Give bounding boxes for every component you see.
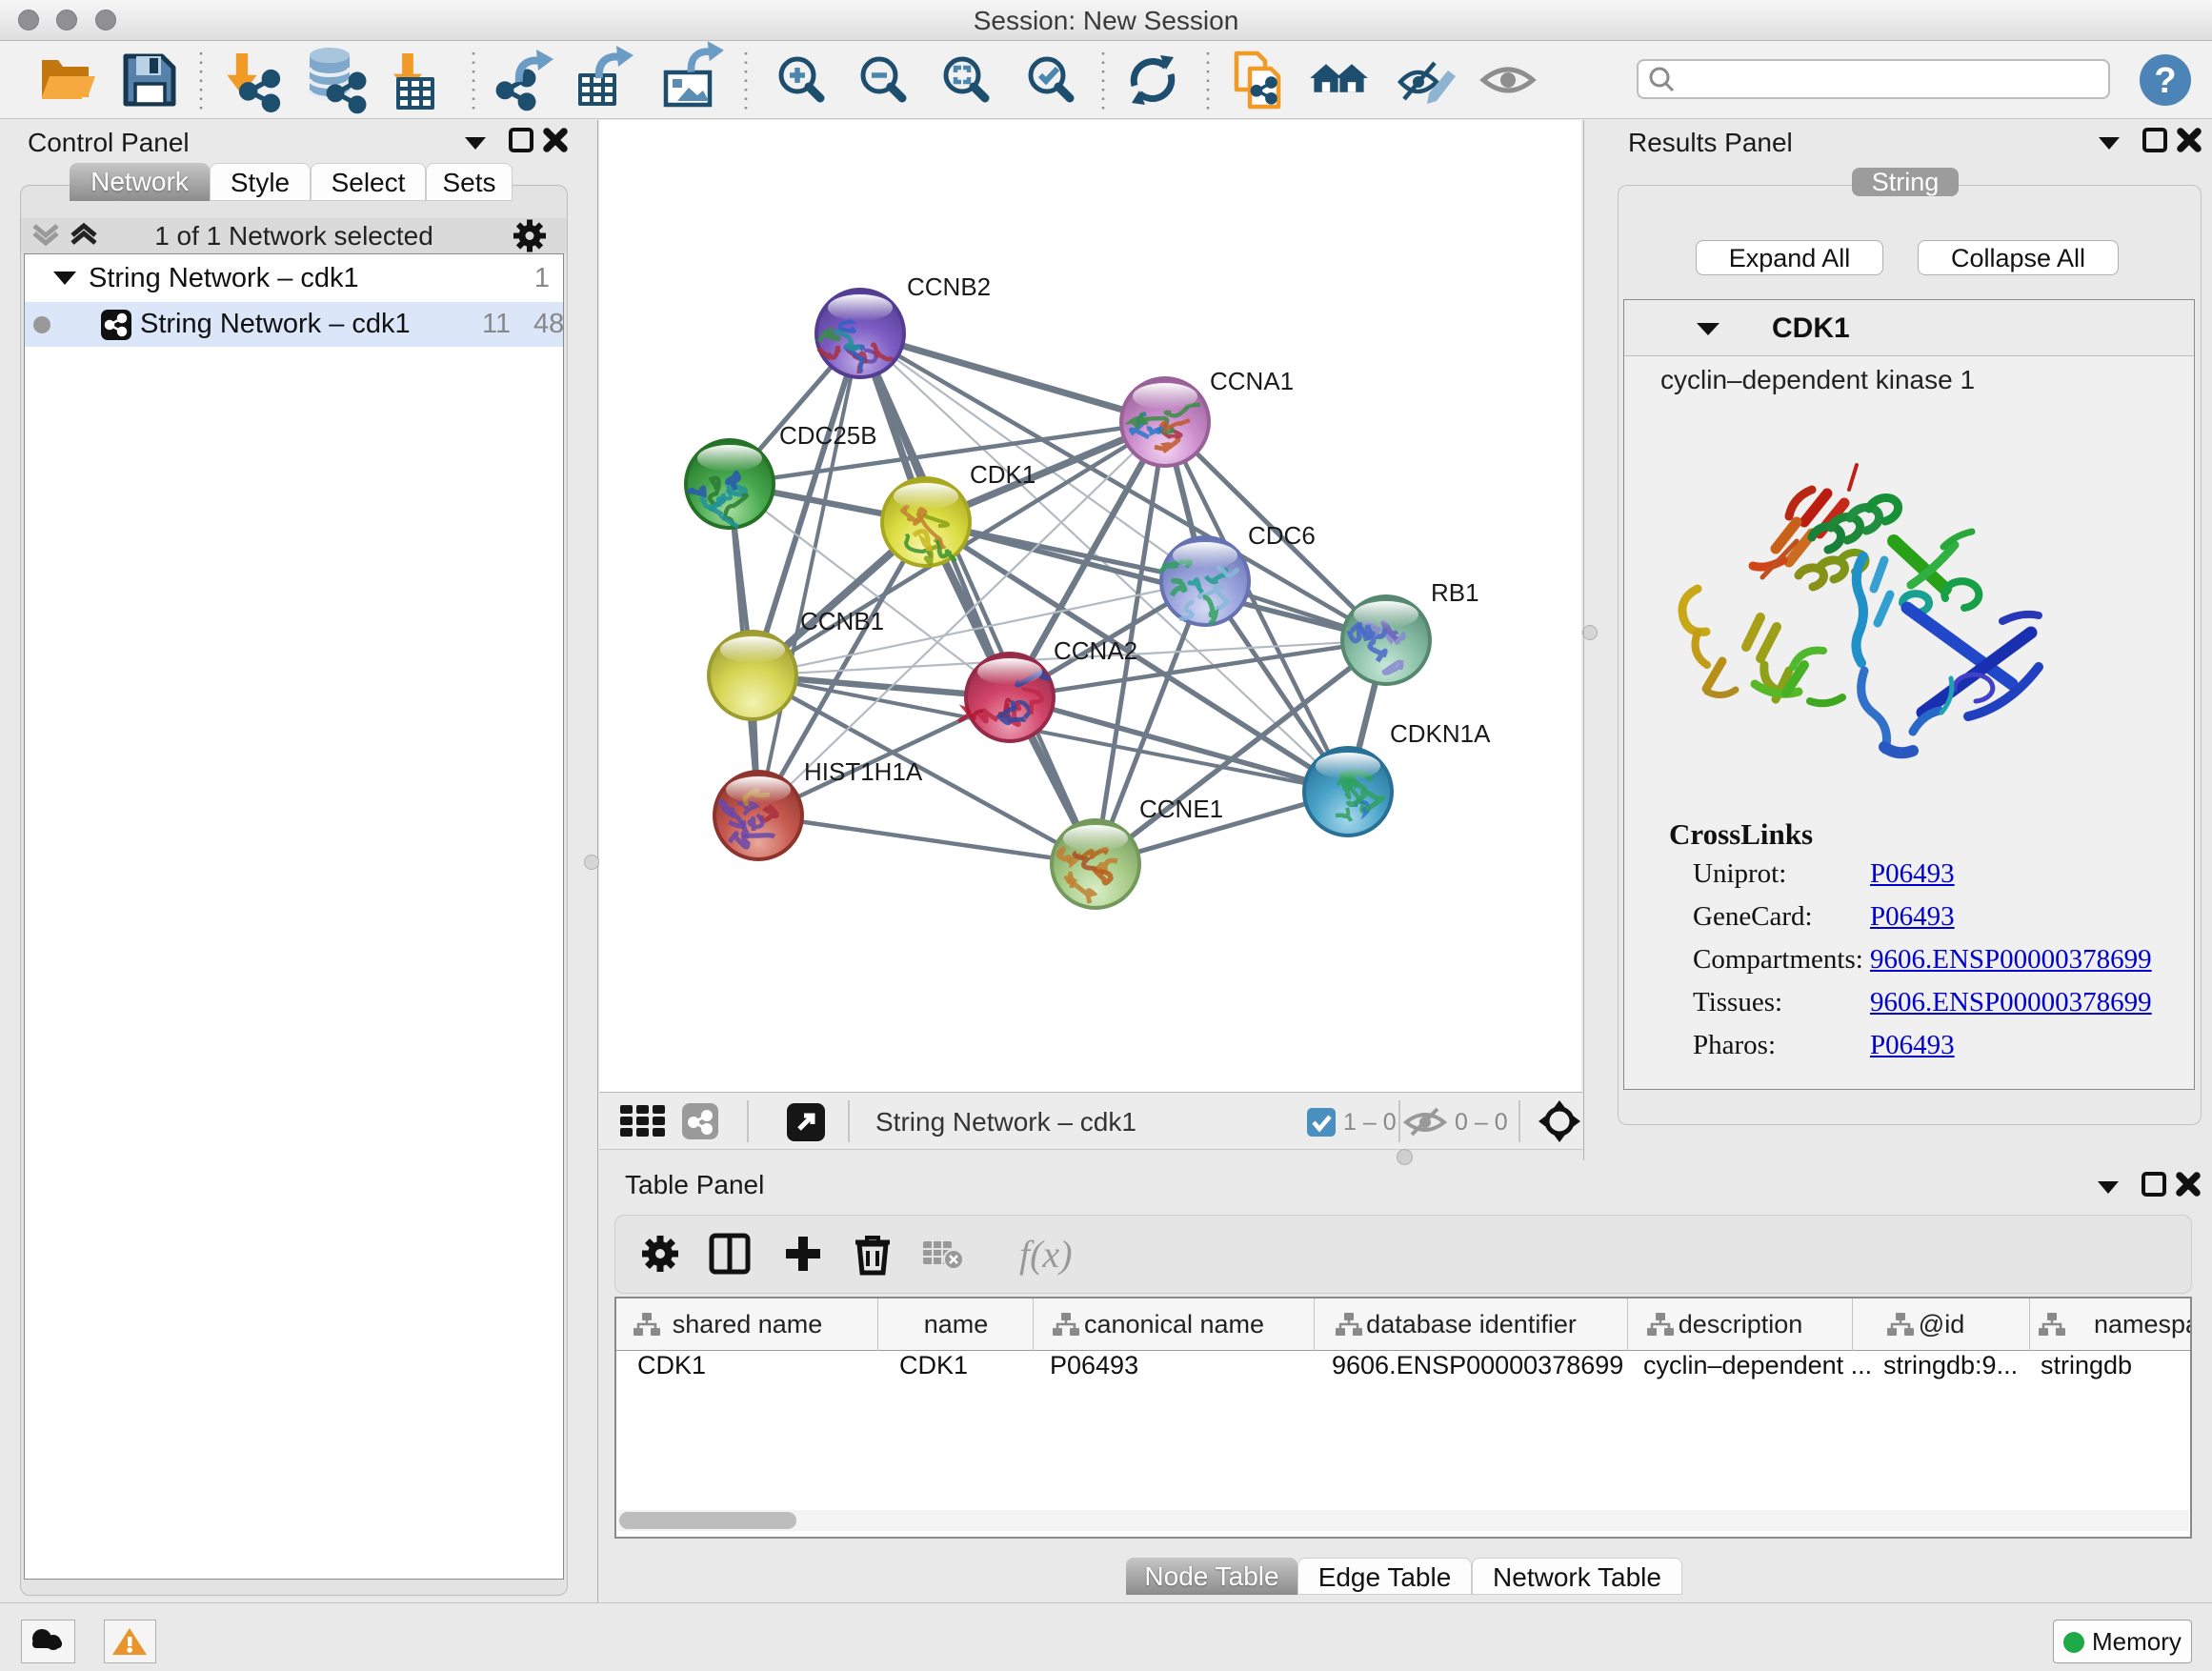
svg-text:CDKN1A: CDKN1A xyxy=(1390,719,1491,748)
svg-text:CCNB2: CCNB2 xyxy=(907,272,991,301)
svg-text:CCNA2: CCNA2 xyxy=(1054,636,1137,665)
svg-text:CCNE1: CCNE1 xyxy=(1139,795,1223,823)
svg-text:CDC6: CDC6 xyxy=(1248,521,1316,550)
svg-text:CDK1: CDK1 xyxy=(970,460,1036,489)
svg-text:?: ? xyxy=(2154,61,2176,101)
svg-text:String Network – cdk1: String Network – cdk1 xyxy=(875,1107,1136,1137)
svg-text:HIST1H1A: HIST1H1A xyxy=(804,757,923,786)
svg-text:1 – 0: 1 – 0 xyxy=(1343,1109,1397,1136)
svg-text:CCNB1: CCNB1 xyxy=(800,607,884,635)
svg-text:f(x): f(x) xyxy=(1019,1233,1073,1276)
svg-text:0 – 0: 0 – 0 xyxy=(1455,1109,1508,1136)
svg-text:CCNA1: CCNA1 xyxy=(1210,367,1294,395)
svg-text:CDC25B: CDC25B xyxy=(779,421,877,450)
svg-text:RB1: RB1 xyxy=(1431,578,1479,607)
